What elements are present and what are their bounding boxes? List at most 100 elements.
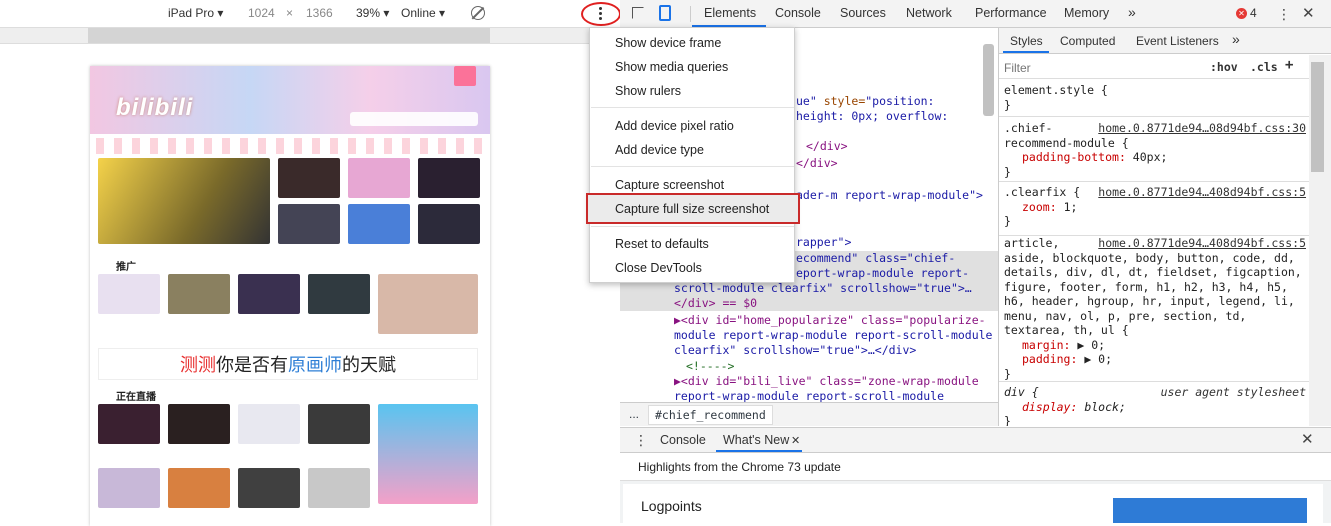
rule-property[interactable]: padding: ▶ 0; [1004,352,1306,367]
tab-computed[interactable]: Computed [1060,34,1115,48]
site-thumb[interactable] [418,158,480,198]
site-thumb[interactable] [348,158,410,198]
site-thumb[interactable] [278,158,340,198]
dom-line[interactable]: ecommend" class="chief- [796,251,955,266]
drawer-tab-whats-new[interactable]: What's New [723,433,789,447]
more-tabs-icon[interactable]: » [1128,4,1136,20]
dom-line[interactable]: ▶<div id="bili_live" class="zone-wrap-mo… [674,374,979,389]
tab-styles[interactable]: Styles [1010,34,1043,48]
style-rule[interactable]: article, home.0.8771de94…408d94bf.css:5 … [1004,236,1306,381]
cls-toggle[interactable]: .cls [1250,60,1278,74]
inspect-element-icon[interactable] [632,7,644,19]
site-thumb[interactable] [278,204,340,244]
dom-line[interactable]: height: 0px; overflow: [796,109,948,124]
drawer-menu-icon[interactable]: ⋮ [634,432,648,449]
site-thumb[interactable] [238,404,300,444]
tab-elements[interactable]: Elements [704,6,756,20]
device-toggle-icon[interactable] [659,5,671,21]
error-badge[interactable]: ✕ 4 [1236,6,1257,20]
menu-item-add-device-type[interactable]: Add device type [615,143,704,157]
site-thumb[interactable] [238,274,300,314]
tab-event-listeners[interactable]: Event Listeners [1136,34,1219,48]
elements-scrollbar[interactable] [983,44,994,116]
close-devtools-icon[interactable]: ✕ [1302,4,1315,22]
tab-memory[interactable]: Memory [1064,6,1109,20]
site-thumb[interactable] [418,204,480,244]
site-carousel[interactable] [98,158,270,244]
dom-line[interactable]: rapper"> [796,235,851,250]
breadcrumb-item[interactable]: #chief_recommend [648,405,773,425]
site-thumb[interactable] [168,404,230,444]
site-thumb[interactable] [308,404,370,444]
styles-more-icon[interactable]: » [1232,31,1240,47]
site-promo[interactable] [378,404,478,504]
rule-source-link[interactable]: home.0.8771de94…408d94bf.css:5 [1098,185,1306,200]
site-thumb[interactable] [168,274,230,314]
menu-item-reset-to-defaults[interactable]: Reset to defaults [615,237,709,251]
dom-line[interactable]: <!----> [686,359,734,374]
site-upload-button[interactable] [454,66,476,86]
tab-console[interactable]: Console [775,6,821,20]
height-input[interactable]: 1366 [306,6,333,20]
styles-filter-input[interactable] [1004,58,1199,77]
site-thumb[interactable] [238,468,300,508]
dom-line[interactable]: </div> [806,139,848,154]
site-thumb[interactable] [348,204,410,244]
zoom-select[interactable]: 39% ▾ [356,6,389,20]
rule-source-link[interactable]: home.0.8771de94…08d94bf.css:30 [1098,121,1306,136]
dom-line[interactable]: clearfix" scrollshow="true">…</div> [674,343,916,358]
error-icon: ✕ [1236,7,1247,19]
dom-line[interactable]: report-wrap-module report-scroll-module [674,389,944,402]
rule-source-link[interactable]: home.0.8771de94…408d94bf.css:5 [1098,236,1306,251]
style-rule[interactable]: div { user agent stylesheet display: blo… [1004,385,1306,426]
width-input[interactable]: 1024 [248,6,275,20]
menu-item-add-device-pixel-ratio[interactable]: Add device pixel ratio [615,119,734,133]
site-thumb[interactable] [98,404,160,444]
menu-item-capture-full-size-screenshot[interactable]: Capture full size screenshot [615,202,769,216]
device-select[interactable]: iPad Pro ▾ [168,6,223,20]
site-thumb[interactable] [98,468,160,508]
site-thumb[interactable] [308,274,370,314]
menu-item-capture-screenshot[interactable]: Capture screenshot [615,178,724,192]
site-ad-banner[interactable]: 测测 你是否有 原画师 的天赋 [98,348,478,380]
site-section-title: 正在直播 [116,392,156,403]
dom-line[interactable]: </div> == $0 [674,296,757,311]
dom-line[interactable]: eport-wrap-module report- [796,266,969,281]
menu-item-show-rulers[interactable]: Show rulers [615,84,681,98]
style-rule[interactable]: .clearfix { home.0.8771de94…408d94bf.css… [1004,185,1306,229]
dom-line[interactable]: ader-m report-wrap-module"> [796,188,983,203]
tab-sources[interactable]: Sources [840,6,886,20]
site-thumb[interactable] [98,274,160,314]
close-tab-icon[interactable]: ✕ [791,434,800,447]
tab-performance[interactable]: Performance [975,6,1047,20]
tab-network[interactable]: Network [906,6,952,20]
menu-item-close-devtools[interactable]: Close DevTools [615,261,702,275]
dom-line[interactable]: </div> [796,156,838,171]
site-thumb[interactable] [168,468,230,508]
breadcrumb-ellipsis[interactable]: ... [629,407,639,421]
dom-line[interactable]: ▶<div id="home_popularize" class="popula… [674,313,986,328]
site-search[interactable] [350,112,478,126]
close-drawer-icon[interactable]: ✕ [1301,430,1314,448]
drawer-tab-console[interactable]: Console [660,433,706,447]
rule-property[interactable]: zoom: 1; [1004,200,1306,215]
new-rule-button[interactable]: + [1285,57,1293,73]
rule-property[interactable]: padding-bottom: 40px; [1004,150,1306,165]
styles-scrollbar-thumb[interactable] [1311,62,1324,172]
ad-text: 测测 [180,355,216,375]
rotate-icon[interactable] [471,6,485,20]
menu-item-show-media-queries[interactable]: Show media queries [615,60,728,74]
whats-new-subtitle-bar: Highlights from the Chrome 73 update [620,453,1331,481]
style-rule[interactable]: .chief- recommend-module { home.0.8771de… [1004,121,1306,179]
dom-line[interactable]: ue" style="position: [796,94,935,109]
rule-property[interactable]: margin: ▶ 0; [1004,338,1306,353]
hov-toggle[interactable]: :hov [1210,60,1238,74]
menu-item-show-device-frame[interactable]: Show device frame [615,36,721,50]
style-rule[interactable]: element.style { } [1004,83,1306,112]
site-thumb[interactable] [308,468,370,508]
dom-line[interactable]: module report-wrap-module report-scroll-… [674,328,993,343]
network-select[interactable]: Online ▾ [401,6,445,20]
site-thumb[interactable] [378,274,478,334]
dom-line[interactable]: scroll-module clearfix" scrollshow="true… [674,281,972,296]
devtools-menu-icon[interactable]: ⋮ [1277,6,1291,23]
